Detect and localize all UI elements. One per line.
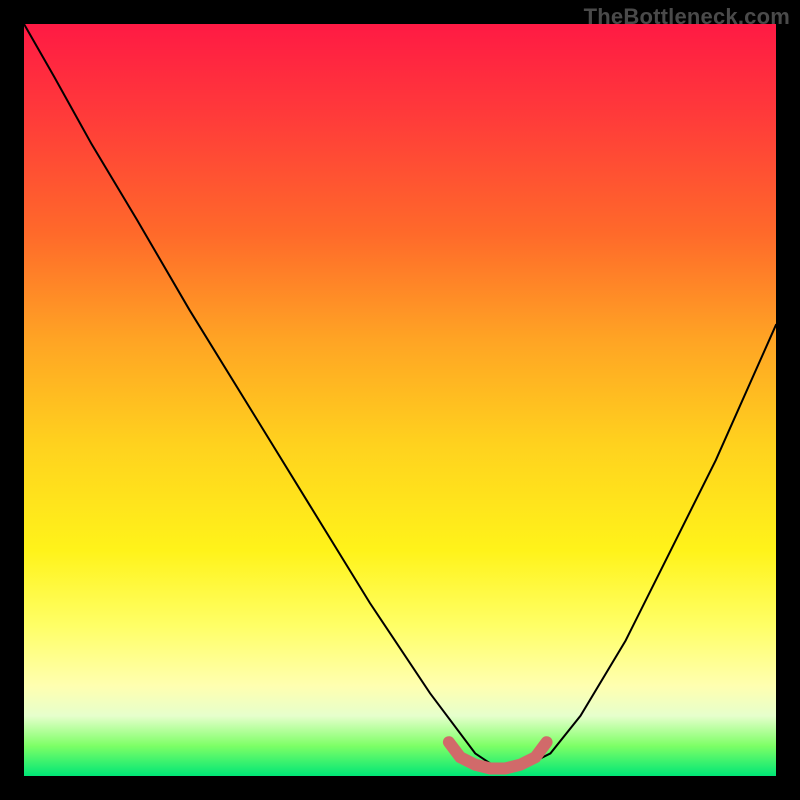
- chart-frame: TheBottleneck.com: [0, 0, 800, 800]
- optimal-zone-marker: [449, 742, 547, 768]
- watermark-text: TheBottleneck.com: [584, 4, 790, 30]
- bottleneck-curve: [24, 24, 776, 769]
- chart-svg: [24, 24, 776, 776]
